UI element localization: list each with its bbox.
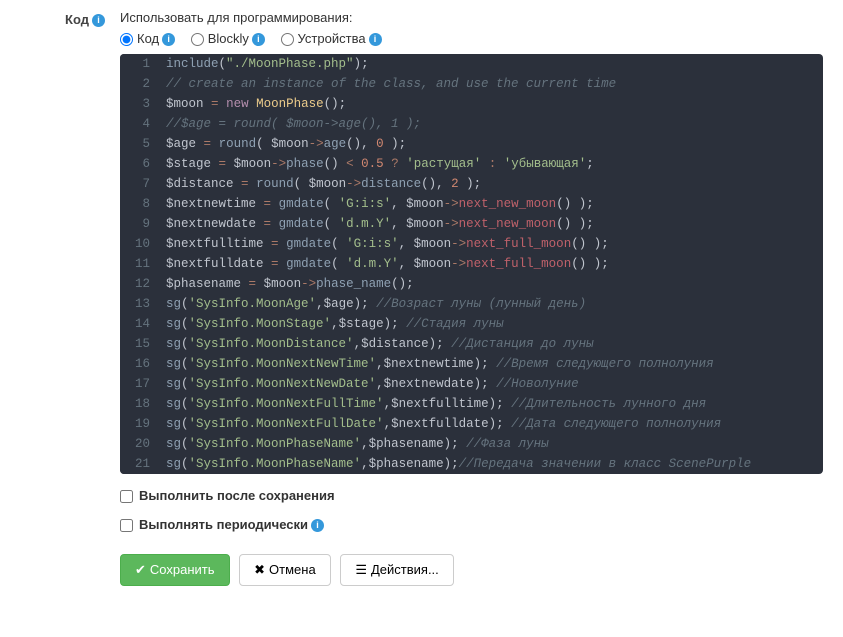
info-icon[interactable]: i [311,519,324,532]
menu-icon: ☰ [355,562,367,577]
checkbox-after-save[interactable]: Выполнить после сохранения [120,488,335,503]
code-line[interactable]: 12$phasename = $moon->phase_name(); [120,274,823,294]
code-line[interactable]: 15sg('SysInfo.MoonDistance',$distance); … [120,334,823,354]
line-number: 5 [120,134,162,154]
info-icon[interactable]: i [252,33,265,46]
line-number: 4 [120,114,162,134]
info-icon[interactable]: i [92,14,105,27]
line-number: 16 [120,354,162,374]
code-line[interactable]: 8$nextnewtime = gmdate( 'G:i:s', $moon->… [120,194,823,214]
checkbox-periodic[interactable]: Выполнять периодическиi [120,517,324,532]
code-line[interactable]: 10$nextfulltime = gmdate( 'G:i:s', $moon… [120,234,823,254]
line-number: 19 [120,414,162,434]
code-line[interactable]: 13sg('SysInfo.MoonAge',$age); //Возраст … [120,294,823,314]
code-editor[interactable]: 1include("./MoonPhase.php");2// create a… [120,54,823,474]
code-line[interactable]: 11$nextfulldate = gmdate( 'd.m.Y', $moon… [120,254,823,274]
line-number: 1 [120,54,162,74]
code-line[interactable]: 9$nextnewdate = gmdate( 'd.m.Y', $moon->… [120,214,823,234]
code-line[interactable]: 5$age = round( $moon->age(), 0 ); [120,134,823,154]
line-number: 12 [120,274,162,294]
cancel-button[interactable]: ✖Отмена [239,554,331,586]
code-line[interactable]: 1include("./MoonPhase.php"); [120,54,823,74]
code-line[interactable]: 18sg('SysInfo.MoonNextFullTime',$nextful… [120,394,823,414]
code-line[interactable]: 17sg('SysInfo.MoonNextNewDate',$nextnewd… [120,374,823,394]
line-number: 14 [120,314,162,334]
line-number: 15 [120,334,162,354]
code-line[interactable]: 21sg('SysInfo.MoonPhaseName',$phasename)… [120,454,823,474]
radio-code[interactable]: Кодi [120,31,175,46]
close-icon: ✖ [254,562,265,577]
code-line[interactable]: 16sg('SysInfo.MoonNextNewTime',$nextnewt… [120,354,823,374]
radio-devices[interactable]: Устройстваi [281,31,382,46]
line-number: 6 [120,154,162,174]
line-number: 17 [120,374,162,394]
code-line[interactable]: 2// create an instance of the class, and… [120,74,823,94]
field-label: Кодi [20,10,120,474]
actions-button[interactable]: ☰Действия... [340,554,453,586]
code-line[interactable]: 7$distance = round( $moon->distance(), 2… [120,174,823,194]
line-number: 11 [120,254,162,274]
check-icon: ✔ [135,562,146,577]
code-line[interactable]: 14sg('SysInfo.MoonStage',$stage); //Стад… [120,314,823,334]
code-line[interactable]: 3$moon = new MoonPhase(); [120,94,823,114]
prompt-text: Использовать для программирования: [120,10,823,25]
code-line[interactable]: 4//$age = round( $moon->age(), 1 ); [120,114,823,134]
save-button[interactable]: ✔Сохранить [120,554,230,586]
line-number: 7 [120,174,162,194]
code-line[interactable]: 6$stage = $moon->phase() < 0.5 ? 'растущ… [120,154,823,174]
line-number: 21 [120,454,162,474]
line-number: 20 [120,434,162,454]
line-number: 2 [120,74,162,94]
line-number: 18 [120,394,162,414]
radio-blockly[interactable]: Blocklyi [191,31,265,46]
code-line[interactable]: 20sg('SysInfo.MoonPhaseName',$phasename)… [120,434,823,454]
code-line[interactable]: 19sg('SysInfo.MoonNextFullDate',$nextful… [120,414,823,434]
info-icon[interactable]: i [369,33,382,46]
line-number: 3 [120,94,162,114]
line-number: 10 [120,234,162,254]
line-number: 9 [120,214,162,234]
info-icon[interactable]: i [162,33,175,46]
line-number: 13 [120,294,162,314]
line-number: 8 [120,194,162,214]
